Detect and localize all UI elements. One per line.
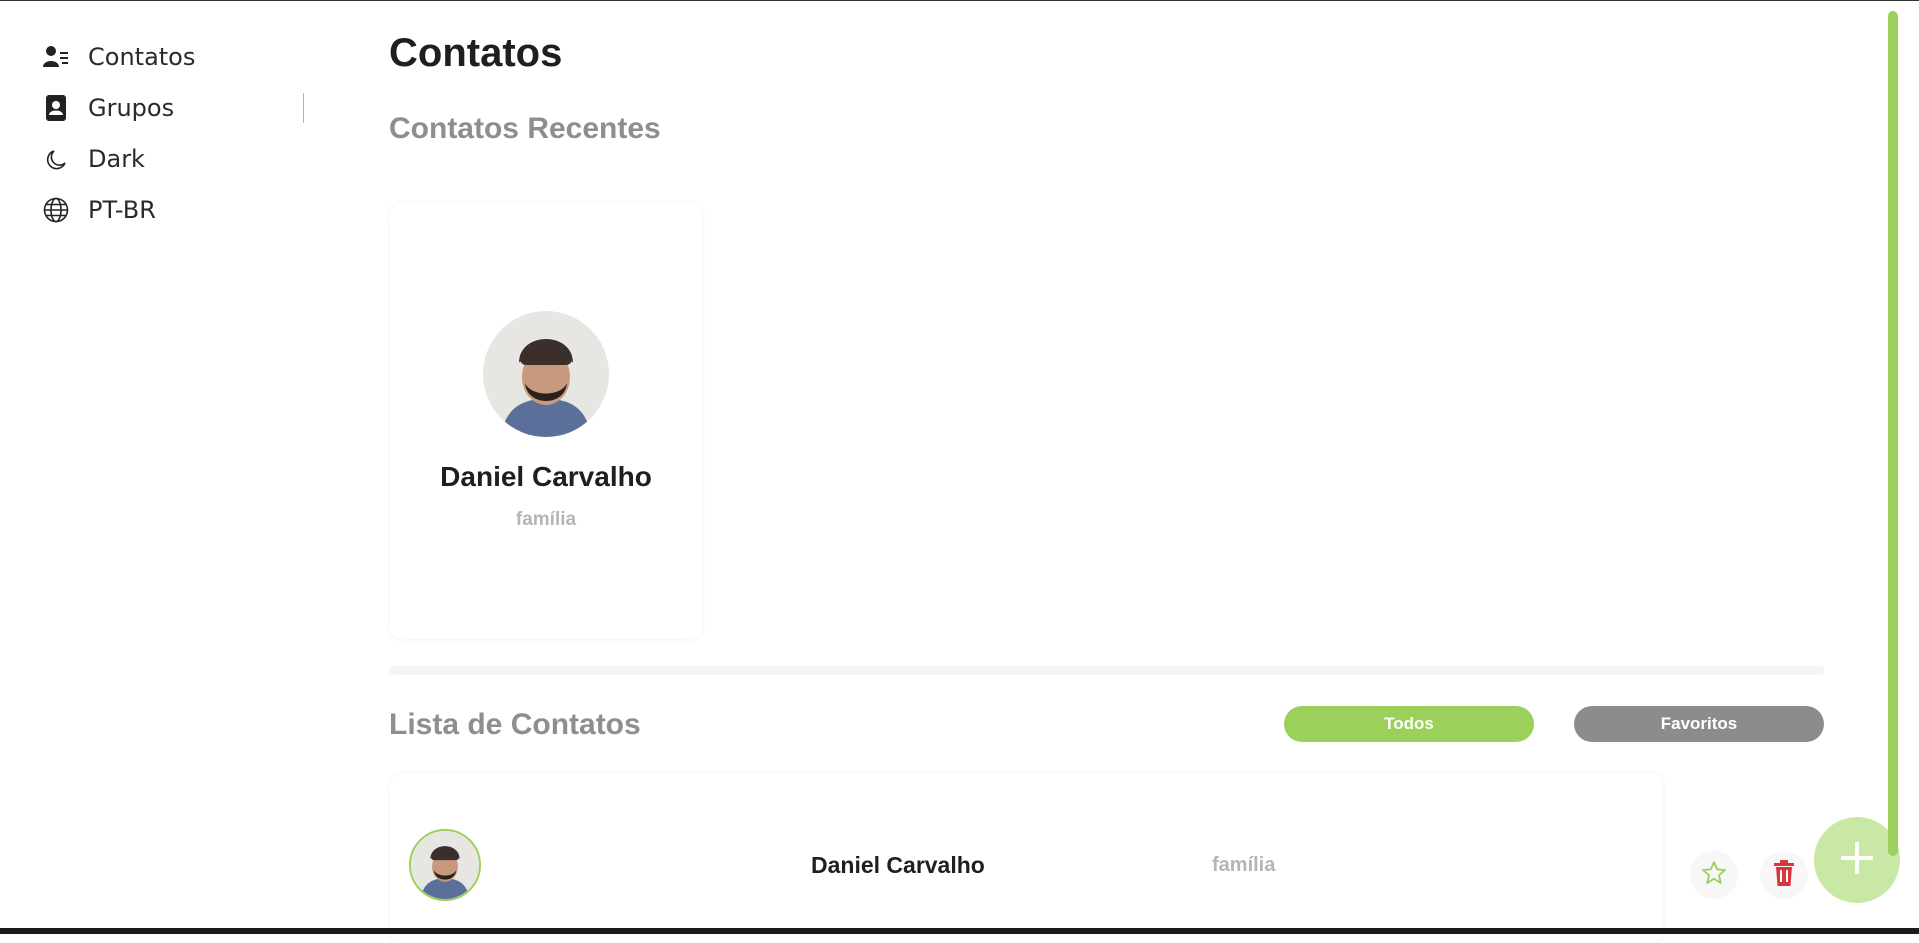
- plus-icon: [1839, 840, 1875, 881]
- sidebar-item-label: Dark: [88, 145, 145, 173]
- trash-icon: [1773, 859, 1795, 891]
- star-icon: [1701, 860, 1727, 891]
- section-divider: [389, 666, 1824, 675]
- sidebar-item-label: Grupos: [88, 94, 175, 122]
- address-book-icon: [42, 94, 70, 122]
- filter-favorites-button[interactable]: Favoritos: [1574, 706, 1824, 742]
- list-item[interactable]: Daniel Carvalho família: [390, 773, 1663, 943]
- recent-contacts-heading: Contatos Recentes: [389, 112, 661, 145]
- moon-icon: [42, 145, 70, 173]
- sidebar-item-contatos[interactable]: Contatos: [42, 39, 195, 75]
- sidebar-item-language[interactable]: PT-BR: [42, 192, 156, 228]
- active-indicator: [303, 93, 304, 123]
- sidebar-item-label: PT-BR: [88, 196, 156, 224]
- contact-name: Daniel Carvalho: [440, 461, 652, 492]
- favorite-button[interactable]: [1690, 851, 1738, 899]
- sidebar-item-grupos[interactable]: Grupos: [42, 90, 174, 126]
- sidebar-item-dark[interactable]: Dark: [42, 141, 145, 177]
- scrollbar-thumb[interactable]: [1888, 11, 1898, 856]
- delete-button[interactable]: [1760, 851, 1808, 899]
- sidebar-item-label: Contatos: [88, 43, 196, 71]
- filter-all-button[interactable]: Todos: [1284, 706, 1534, 742]
- contact-group: família: [1212, 854, 1276, 876]
- avatar: [483, 311, 609, 437]
- contacts-list-icon: [42, 43, 70, 71]
- globe-icon: [42, 196, 70, 224]
- contact-list-heading: Lista de Contatos: [389, 708, 641, 741]
- avatar: [409, 829, 481, 901]
- page-title: Contatos: [389, 31, 563, 75]
- taskbar-edge: [0, 928, 1919, 934]
- sidebar: Contatos Grupos Dark PT-BR: [0, 1, 306, 933]
- recent-contact-card[interactable]: Daniel Carvalho família: [390, 203, 702, 639]
- contact-name: Daniel Carvalho: [811, 852, 985, 878]
- contact-group: família: [515, 509, 577, 530]
